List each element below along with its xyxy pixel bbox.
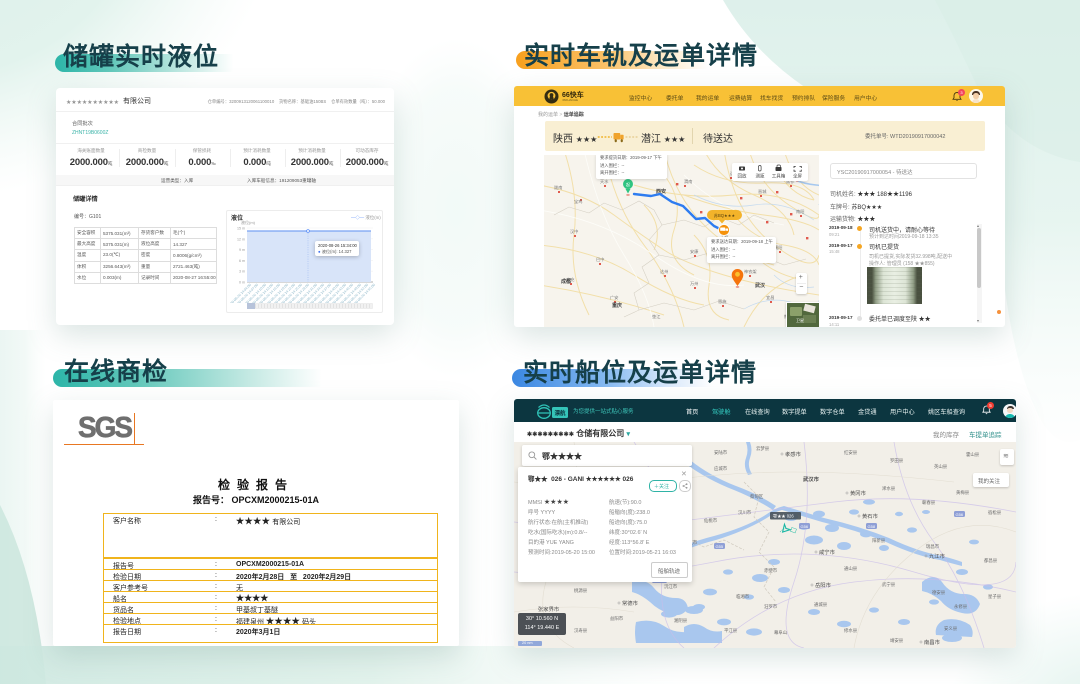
svg-text:蔡甸区: 蔡甸区 — [750, 493, 764, 500]
svg-text:重庆: 重庆 — [612, 302, 622, 309]
svg-text:霍山县: 霍山县 — [966, 451, 980, 458]
svg-text:起: 起 — [626, 181, 630, 187]
svg-text:安陆市: 安陆市 — [714, 449, 728, 456]
svg-text:G56: G56 — [801, 524, 809, 529]
svg-text:湘阴县: 湘阴县 — [674, 617, 688, 624]
svg-text:都昌县: 都昌县 — [984, 558, 998, 564]
svg-text:G58: G58 — [868, 524, 876, 529]
svg-text:安康: 安康 — [690, 248, 699, 255]
svg-text:南昌市: 南昌市 — [924, 638, 941, 646]
svg-text:恩施: 恩施 — [718, 298, 727, 305]
svg-text:宿松县: 宿松县 — [988, 509, 1002, 516]
svg-text:阳新县: 阳新县 — [872, 537, 886, 544]
svg-text:宝鸡: 宝鸡 — [574, 198, 582, 205]
svg-text:修水县: 修水县 — [844, 627, 858, 634]
svg-text:G55: G55 — [716, 544, 724, 549]
svg-text:武宁县: 武宁县 — [882, 581, 896, 588]
svg-text:蕲春县: 蕲春县 — [922, 499, 936, 506]
svg-text:英山县: 英山县 — [934, 463, 948, 470]
svg-text:永修县: 永修县 — [954, 603, 968, 610]
svg-text:罗田县: 罗田县 — [890, 458, 904, 464]
svg-text:安义县: 安义县 — [944, 625, 958, 632]
svg-text:测距: 测距 — [756, 173, 765, 180]
svg-text:成都: 成都 — [561, 278, 571, 285]
svg-text:鄂★★ 026: 鄂★★ 026 — [773, 513, 794, 520]
svg-text:沅江市: 沅江市 — [664, 583, 678, 590]
svg-text:临湘市: 临湘市 — [736, 593, 750, 600]
svg-text:孝感市: 孝感市 — [785, 450, 802, 458]
svg-text:黄冈市: 黄冈市 — [850, 489, 867, 497]
svg-text:全屏: 全屏 — [793, 173, 802, 180]
svg-text:云梦县: 云梦县 — [756, 446, 770, 452]
svg-text:汨罗市: 汨罗市 — [764, 603, 778, 610]
svg-text:垫江: 垫江 — [652, 313, 660, 320]
svg-text:广安: 广安 — [610, 294, 618, 301]
svg-text:咸宁市: 咸宁市 — [819, 548, 836, 556]
svg-text:平江县: 平江县 — [724, 627, 738, 634]
svg-text:武汉: 武汉 — [755, 282, 766, 289]
svg-text:赤壁市: 赤壁市 — [764, 567, 778, 574]
svg-text:九江市: 九江市 — [929, 552, 946, 560]
svg-text:桃源县: 桃源县 — [574, 587, 588, 594]
svg-text:仙桃市: 仙桃市 — [704, 517, 718, 524]
svg-text:浠水县: 浠水县 — [882, 485, 896, 492]
svg-text:通山县: 通山县 — [844, 565, 858, 572]
svg-text:万州: 万州 — [690, 281, 698, 287]
svg-text:渭南: 渭南 — [684, 178, 692, 185]
svg-text:张家界市: 张家界市 — [538, 605, 560, 613]
svg-text:红安县: 红安县 — [844, 449, 858, 456]
svg-text:黄石市: 黄石市 — [862, 512, 879, 520]
svg-text:汉寿县: 汉寿县 — [574, 627, 588, 634]
svg-text:神农架: 神农架 — [744, 268, 757, 275]
svg-text:岳阳市: 岳阳市 — [815, 581, 832, 589]
svg-text:巴中: 巴中 — [596, 256, 604, 263]
svg-text:黄梅县: 黄梅县 — [956, 489, 970, 496]
svg-text:星子县: 星子县 — [988, 593, 1002, 600]
svg-text:工具箱: 工具箱 — [772, 173, 786, 180]
svg-text:南阳: 南阳 — [796, 208, 804, 215]
svg-text:汉川市: 汉川市 — [738, 509, 752, 516]
svg-text:晋城: 晋城 — [758, 188, 767, 195]
svg-text:益阳市: 益阳市 — [610, 615, 624, 622]
svg-text:天水: 天水 — [600, 178, 609, 185]
svg-text:汉中: 汉中 — [570, 228, 578, 235]
svg-text:G56: G56 — [956, 512, 964, 517]
svg-text:宜昌: 宜昌 — [766, 294, 774, 301]
svg-text:达州: 达州 — [660, 268, 668, 275]
svg-text:常德市: 常德市 — [622, 599, 639, 607]
svg-text:苏BQ★★★: 苏BQ★★★ — [714, 212, 736, 219]
svg-text:德安县: 德安县 — [932, 589, 946, 596]
svg-text:幕阜山: 幕阜山 — [774, 629, 787, 636]
svg-text:瑞昌市: 瑞昌市 — [926, 543, 940, 550]
svg-text:靖安县: 靖安县 — [890, 637, 904, 644]
svg-text:回放: 回放 — [738, 173, 747, 180]
svg-text:应城市: 应城市 — [714, 465, 728, 472]
svg-text:通城县: 通城县 — [814, 601, 828, 608]
svg-text:武汉市: 武汉市 — [803, 475, 820, 483]
svg-text:陇南: 陇南 — [554, 184, 562, 191]
